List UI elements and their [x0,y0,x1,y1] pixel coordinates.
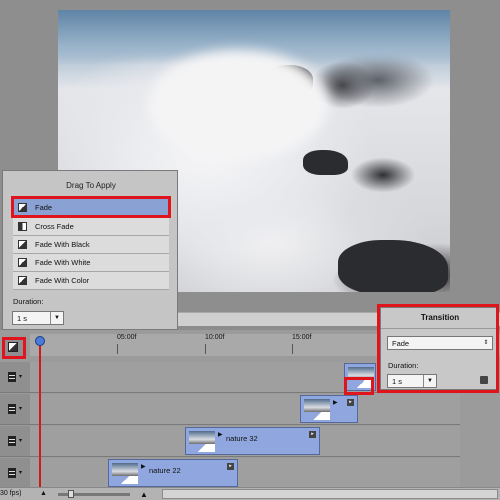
playhead-handle[interactable] [35,336,45,346]
chevron-down-icon: ▼ [50,312,63,324]
highlight-box [377,304,499,393]
transition-fade-with-color[interactable]: Fade With Color [13,272,169,290]
video-clip[interactable]: ▶ nature 22 ▸ [108,459,238,487]
film-icon [8,404,16,414]
video-clip[interactable]: ▶ nature 32 ▸ [185,427,320,455]
clip-thumbnail [112,463,138,477]
track-header[interactable]: ▾ [0,426,30,457]
transition-fade-with-black[interactable]: Fade With Black [13,236,169,254]
duration-value: 1 s [17,314,28,323]
fade-icon [18,240,27,249]
mountain-ridge [338,240,448,292]
transition-marker[interactable] [304,412,330,420]
video-track[interactable] [30,458,460,489]
clip-thumbnail [189,431,215,445]
track-header[interactable]: ▾ [0,394,30,425]
fade-icon [18,276,27,285]
cross-fade-icon [18,222,27,231]
highlight-box [2,337,26,359]
cloud [148,50,328,160]
mountain-peak [303,150,348,175]
ruler-tick-line [205,344,206,354]
transition-cross-fade[interactable]: Cross Fade [13,218,169,236]
transition-fade-with-white[interactable]: Fade With White [13,254,169,272]
video-clip[interactable]: ▶ ▸ [300,395,358,423]
panel-title: Drag To Apply [66,181,116,190]
play-icon: ▶ [333,400,338,406]
ruler-tick-line [292,344,293,354]
transition-marker[interactable] [189,444,215,452]
chevron-down-icon: ▾ [19,374,23,380]
chevron-down-icon: ▾ [19,406,23,412]
clip-name: nature 32 [226,434,258,443]
zoom-slider-thumb[interactable] [68,490,74,498]
ruler-tick: 05:00f [117,334,137,341]
timeline-scrollbar[interactable] [162,489,498,499]
play-icon: ▶ [218,432,223,438]
film-icon [8,372,16,382]
fade-icon [18,258,27,267]
transition-marker[interactable] [112,476,138,484]
playhead[interactable] [39,338,41,500]
video-track[interactable] [30,394,460,425]
transition-label: Fade With White [35,258,91,267]
ruler-tick-line [117,344,118,354]
track-header[interactable]: ▾ [0,458,30,489]
play-icon: ▶ [141,464,146,470]
highlight-box [344,377,374,395]
fx-icon[interactable]: ▸ [309,431,316,438]
fx-icon[interactable]: ▸ [347,399,354,406]
transition-label: Fade With Black [35,240,90,249]
zoom-out-icon[interactable]: ▲ [40,490,47,497]
duration-select[interactable]: 1 s ▼ [12,311,64,325]
film-icon [8,436,16,446]
chevron-down-icon: ▾ [19,438,23,444]
clip-thumbnail [304,399,330,413]
film-icon [8,468,16,478]
ruler-tick: 15:00f [292,334,312,341]
track-header[interactable]: ▾ [0,362,30,393]
highlight-box [11,196,171,218]
chevron-down-icon: ▾ [19,470,23,476]
duration-label: Duration: [13,297,44,306]
ruler-tick: 10:00f [205,334,225,341]
transition-label: Fade With Color [35,276,90,285]
transition-label: Cross Fade [35,222,74,231]
clip-name: nature 22 [149,466,181,475]
transitions-panel: Drag To Apply Fade Cross Fade Fade With … [2,170,178,330]
zoom-in-icon[interactable]: ▲ [140,490,148,499]
fps-label: 30 fps) [0,490,22,497]
timeline-bottom-bar: 30 fps) ▲ ▲ [0,487,500,500]
fx-icon[interactable]: ▸ [227,463,234,470]
